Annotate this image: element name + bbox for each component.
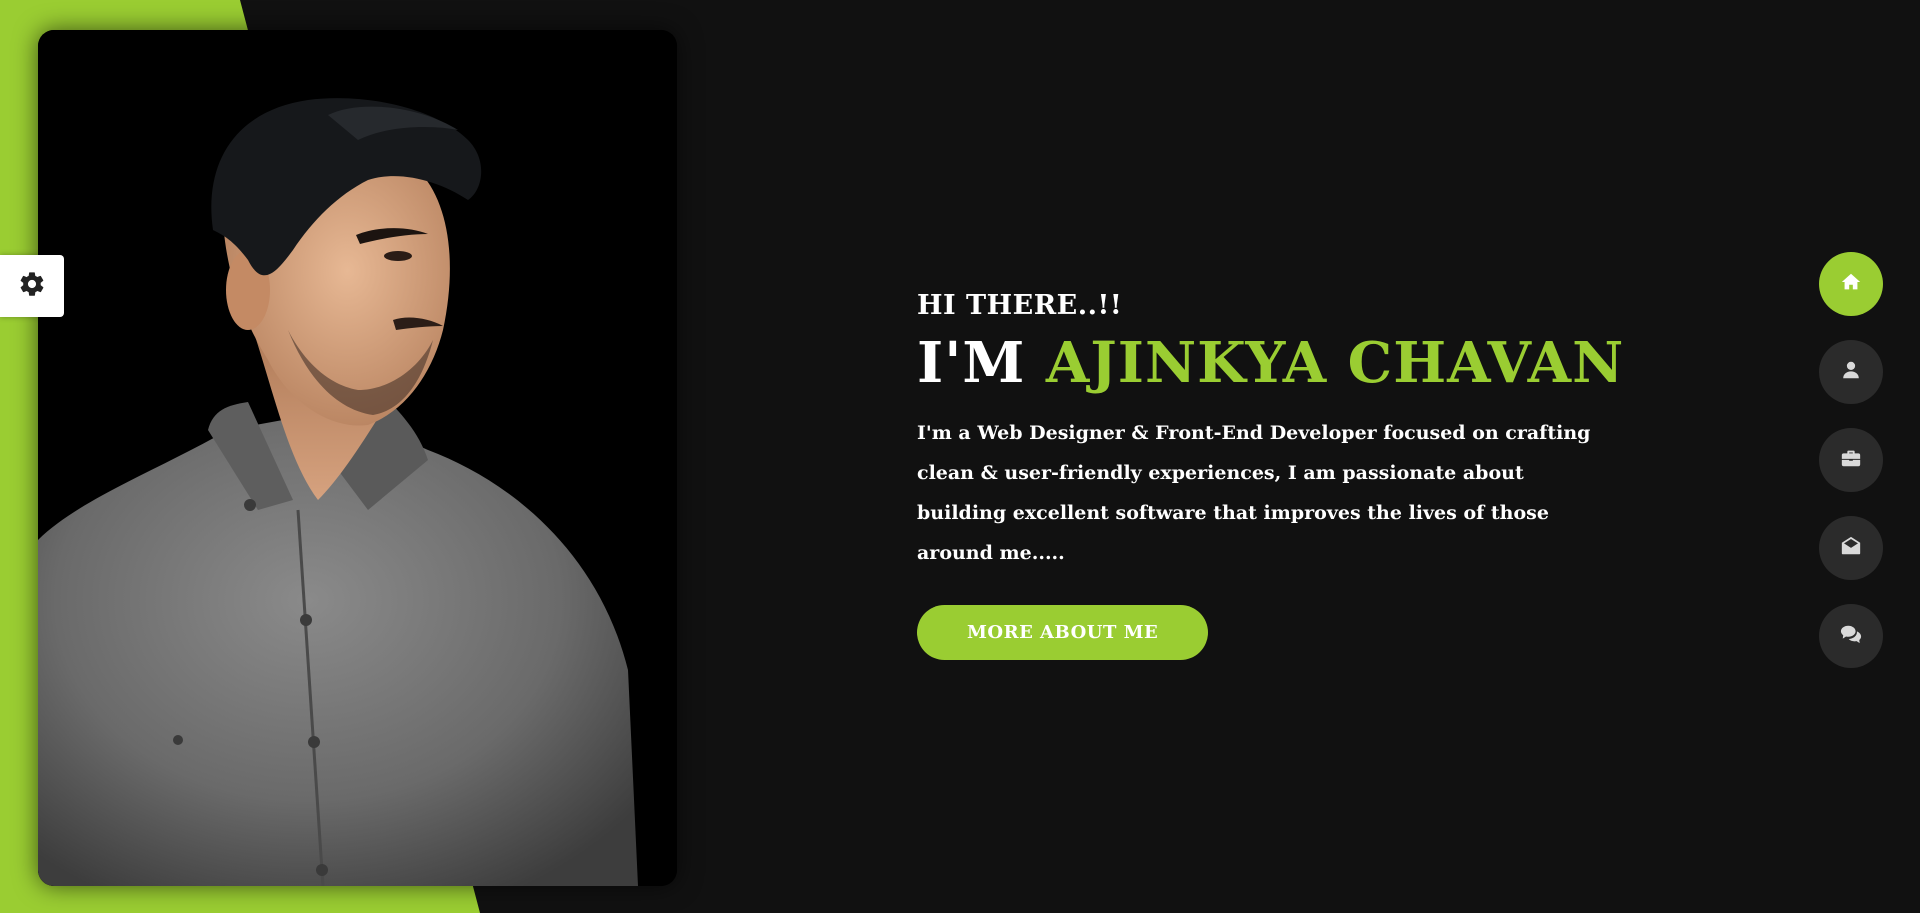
- hero-section: HI THERE..!! I'M AJINKYA CHAVAN I'm a We…: [917, 290, 1637, 660]
- hero-heading: I'M AJINKYA CHAVAN: [917, 330, 1637, 396]
- nav-about-button[interactable]: [1819, 340, 1883, 404]
- nav-testimonials-button[interactable]: [1819, 604, 1883, 668]
- user-icon: [1840, 359, 1862, 385]
- profile-photo-illustration: [38, 30, 677, 886]
- gear-icon: [18, 270, 46, 302]
- profile-photo: [38, 30, 677, 886]
- name-highlight: AJINKYA CHAVAN: [1045, 330, 1625, 396]
- settings-button[interactable]: [0, 255, 64, 317]
- briefcase-icon: [1840, 447, 1862, 473]
- more-about-me-button[interactable]: MORE ABOUT ME: [917, 604, 1209, 660]
- nav-home-button[interactable]: [1819, 252, 1883, 316]
- comments-icon: [1840, 623, 1862, 649]
- greeting: HI THERE..!!: [917, 290, 1123, 321]
- page: HI THERE..!! I'M AJINKYA CHAVAN I'm a We…: [0, 0, 1920, 913]
- envelope-open-icon: [1840, 535, 1862, 561]
- intro-text: I'm a Web Designer & Front-End Developer…: [917, 421, 1591, 564]
- name-prefix: I'M: [917, 330, 1026, 396]
- nav-contact-button[interactable]: [1819, 516, 1883, 580]
- nav-portfolio-button[interactable]: [1819, 428, 1883, 492]
- home-icon: [1840, 271, 1862, 297]
- side-navigation: [1819, 252, 1883, 668]
